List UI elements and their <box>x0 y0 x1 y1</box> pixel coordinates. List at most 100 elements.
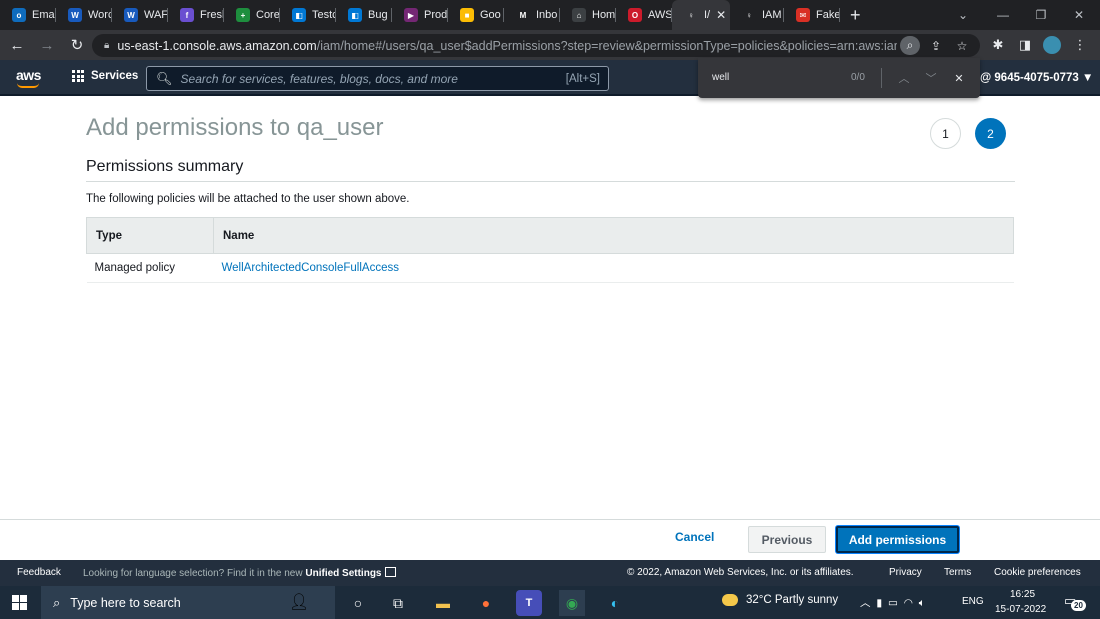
wizard-step-2[interactable]: 2 <box>975 118 1006 149</box>
cookie-preferences-link[interactable]: Cookie preferences <box>994 567 1081 578</box>
browser-tab-label: WAF <box>144 9 168 21</box>
extensions-icon[interactable]: ✱ <box>986 32 1010 58</box>
browser-tab[interactable]: ◧ Testc <box>280 0 336 30</box>
browser-tab[interactable]: ♀ IAM <box>730 0 784 30</box>
teams-icon[interactable]: T <box>516 590 542 616</box>
browser-tab[interactable]: ◧ Bug , <box>336 0 392 30</box>
key-icon: ♀ <box>684 8 698 22</box>
close-window-icon[interactable]: ✕ <box>1060 0 1098 30</box>
copyright-text: © 2022, Amazon Web Services, Inc. or its… <box>627 567 854 578</box>
home-icon: ⌂ <box>572 8 586 22</box>
column-header-type[interactable]: Type <box>86 217 214 254</box>
terms-link[interactable]: Terms <box>944 567 971 578</box>
services-label: Services <box>91 70 139 82</box>
browser-tab[interactable]: ▶ Prod <box>392 0 448 30</box>
share-icon[interactable]: ⇪ <box>926 36 946 55</box>
word-icon: W <box>124 8 138 22</box>
url-host: us-east-1.console.aws.amazon.com <box>117 38 317 53</box>
browser-tab-label: Bug , <box>368 9 392 21</box>
key-icon: ♀ <box>742 8 756 22</box>
policy-name-link[interactable]: WellArchitectedConsoleFullAccess <box>222 262 399 274</box>
language-indicator[interactable]: ENG <box>962 596 984 607</box>
taskbar-search-input[interactable]: ⌕ Type here to search 👤︎ <box>41 586 335 619</box>
chrome-icon[interactable]: ◉ <box>559 590 585 616</box>
browser-tab[interactable]: + Core <box>224 0 280 30</box>
new-tab-icon[interactable]: + <box>840 5 871 26</box>
address-bar[interactable]: 🔒︎ us-east-1.console.aws.amazon.com /iam… <box>92 34 980 57</box>
aws-footer: Feedback Looking for language selection?… <box>0 560 1100 586</box>
cancel-button[interactable]: Cancel <box>675 530 714 544</box>
account-menu[interactable]: @ 9645-4075-0773 ▼ <box>980 72 1093 84</box>
system-tray-icons[interactable]: ︿ ▮ ▭ ◠ 🔈︎ <box>860 595 925 610</box>
column-header-name[interactable]: Name <box>213 217 1014 254</box>
browser-tab[interactable]: o Emai <box>0 0 56 30</box>
cortana-icon[interactable]: ○ <box>345 590 371 616</box>
feedback-link[interactable]: Feedback <box>17 567 61 578</box>
task-view-icon[interactable]: ⧉ <box>385 590 411 616</box>
browser-tab[interactable]: W WAF <box>112 0 168 30</box>
back-icon[interactable]: ← <box>4 32 30 58</box>
aws-logo[interactable]: aws <box>16 67 41 88</box>
browser-tab[interactable]: f Fresh <box>168 0 224 30</box>
aws-search-input[interactable]: 🔍︎ Search for services, features, blogs,… <box>146 66 609 91</box>
find-input[interactable]: well <box>712 72 729 83</box>
unified-settings-link[interactable]: Unified Settings <box>305 568 381 579</box>
file-explorer-icon[interactable]: ▬ <box>430 590 456 616</box>
browser-menu-icon[interactable]: ⋮ <box>1068 32 1092 58</box>
services-menu[interactable]: Services <box>72 70 138 82</box>
browser-tab-label: Fake <box>816 9 840 21</box>
find-close-icon[interactable]: ✕ <box>949 68 969 88</box>
bookmark-star-icon[interactable]: ☆ <box>952 36 972 55</box>
keep-icon: ■ <box>460 8 474 22</box>
clock-time[interactable]: 16:25 <box>1010 589 1035 600</box>
browser-tab-label: IAM <box>762 9 782 21</box>
browser-tab-label: Testc <box>312 9 336 21</box>
opera-icon: O <box>628 8 642 22</box>
browser-tab[interactable]: ✉ Fake <box>784 0 840 30</box>
privacy-link[interactable]: Privacy <box>889 567 922 578</box>
find-next-icon[interactable]: ﹀ <box>921 68 941 88</box>
azure-devops-icon: ◧ <box>292 8 306 22</box>
minimize-icon[interactable]: — <box>984 0 1022 30</box>
weather-widget[interactable]: 32°C Partly sunny <box>722 594 838 606</box>
previous-button[interactable]: Previous <box>748 526 826 553</box>
profile-avatar[interactable] <box>1040 32 1064 58</box>
search-highlight-icon: 👤︎ <box>289 594 310 611</box>
outlook-icon: o <box>12 8 26 22</box>
wizard-step-1[interactable]: 1 <box>930 118 961 149</box>
restore-icon[interactable]: ❐ <box>1022 0 1060 30</box>
firefox-icon[interactable]: ● <box>473 590 499 616</box>
section-divider <box>86 181 1015 182</box>
add-permissions-button[interactable]: Add permissions <box>836 526 959 553</box>
clock-date[interactable]: 15-07-2022 <box>995 604 1046 615</box>
wizard-action-bar: Cancel Previous Add permissions <box>0 519 1100 560</box>
edge-icon[interactable]: ◐ <box>602 590 628 616</box>
find-previous-icon[interactable]: ︿ <box>894 68 914 88</box>
mail-icon: ✉ <box>796 8 810 22</box>
browser-tab-label: Prod <box>424 9 448 21</box>
tab-search-icon[interactable]: ⌄ <box>944 0 982 30</box>
gmail-icon: M <box>516 8 530 22</box>
browser-tab[interactable]: M Inbo <box>504 0 560 30</box>
notifications-icon[interactable]: ▭ 20 <box>1064 593 1086 613</box>
url-path: /iam/home#/users/qa_user$addPermissions?… <box>316 38 897 53</box>
table-header-row: Type Name <box>86 217 1014 254</box>
windows-taskbar: ⌕ Type here to search 👤︎ ○ ⧉ ▬ ● T ◉ ◐ 3… <box>0 586 1100 619</box>
browser-tab[interactable]: ■ Goo <box>448 0 504 30</box>
browser-tab[interactable]: ♀ I/ ✕ <box>672 0 730 30</box>
browser-tab[interactable]: W Worc <box>56 0 112 30</box>
close-tab-icon[interactable]: ✕ <box>716 8 726 22</box>
reload-icon[interactable]: ↻ <box>64 32 90 58</box>
section-description: The following policies will be attached … <box>86 193 410 205</box>
forward-icon[interactable]: → <box>34 32 60 58</box>
browser-tab[interactable]: ⌂ Hom <box>560 0 616 30</box>
browser-tab[interactable]: O AWS <box>616 0 672 30</box>
side-panel-icon[interactable]: ◨ <box>1013 32 1037 58</box>
notification-count: 20 <box>1071 600 1086 611</box>
browser-tab-label: Core <box>256 9 280 21</box>
page-search-icon[interactable]: ⌕ <box>900 36 920 55</box>
external-link-icon <box>384 567 396 577</box>
search-icon: ⌕ <box>53 594 61 610</box>
windows-start-icon[interactable] <box>12 595 27 610</box>
sheets-icon: + <box>236 8 250 22</box>
